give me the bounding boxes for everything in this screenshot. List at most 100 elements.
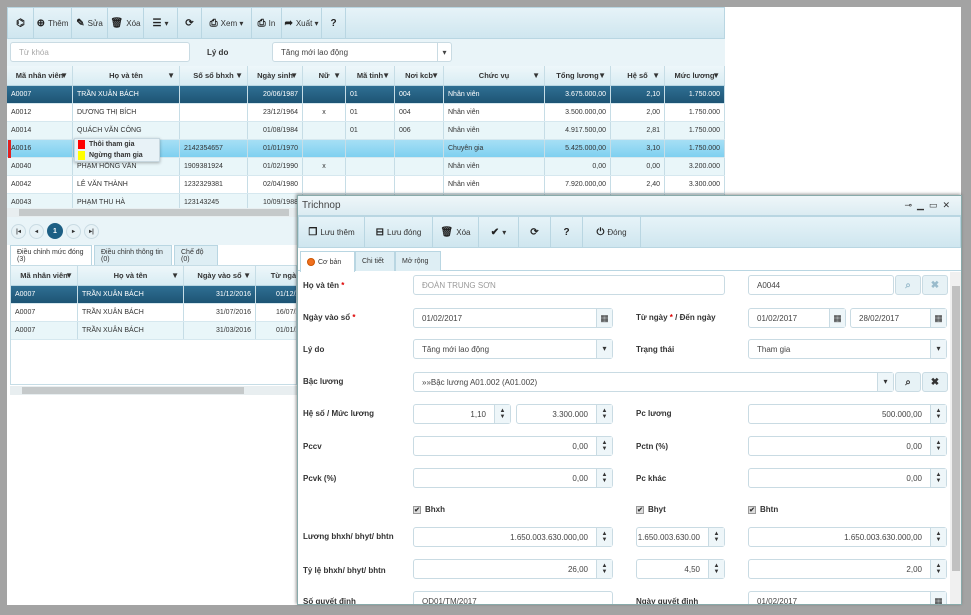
filter-icon[interactable]: ▼ xyxy=(167,71,175,80)
table-row[interactable]: A0007TRẦN XUÂN BÁCH31/12/201601/12/2016 xyxy=(11,286,296,304)
spinner-icon[interactable]: ▲ ▼ xyxy=(596,560,612,578)
xut-button[interactable]: ➦ Xuất ▾ xyxy=(282,8,322,38)
tab-sub-1[interactable]: Điều chỉnh thông tin (0) xyxy=(94,245,172,265)
tab-1[interactable]: Chi tiết xyxy=(355,251,395,271)
chevron-down-icon[interactable]: ▾ xyxy=(877,373,893,391)
table-row[interactable]: A0007TRẦN XUÂN BÁCH31/07/201616/07/2016 xyxy=(11,304,296,322)
bhtn-checkbox[interactable]: ✔ Bhtn xyxy=(748,505,778,514)
pc-luong-input[interactable]: 500.000,00 ▲ ▼ xyxy=(748,404,947,424)
calendar-icon[interactable]: ▦ xyxy=(596,309,612,327)
tyle-bhtn-input[interactable]: 2,00 ▲ ▼ xyxy=(748,559,947,579)
prev-page-button[interactable]: ◂ xyxy=(29,223,44,239)
luong-bhxh-input[interactable]: 1.650.003.630.000,00 ▲ ▼ xyxy=(413,527,613,547)
spinner-icon[interactable]: ▲ ▼ xyxy=(708,528,724,546)
first-page-button[interactable]: |◂ xyxy=(11,223,26,239)
reason-select[interactable]: Tăng mới lao động ▾ xyxy=(272,42,452,62)
bac-luong-select[interactable]: »»Bậc lương A01.002 (A01.002) ▾ xyxy=(413,372,894,392)
in-button[interactable]: ⎙ In xyxy=(252,8,282,38)
table-row[interactable]: A0007TRẦN XUÂN BÁCH31/03/201601/01/2016 xyxy=(11,322,296,340)
search-button[interactable]: ⌕ xyxy=(895,275,921,295)
luong-bhyt-input[interactable]: 1.650.003.630.00 ▲ ▼ xyxy=(636,527,725,547)
table-row[interactable]: A0012 DƯƠNG THỊ BÍCH 23/12/1964 x 01 004 Nhân … xyxy=(7,104,725,122)
column-header[interactable]: Nữ ▼ xyxy=(303,66,346,85)
spinner-icon[interactable]: ▲ ▼ xyxy=(930,437,946,455)
bhyt-checkbox[interactable]: ✔ Bhyt xyxy=(636,505,666,514)
luong-bhtn-input[interactable]: 1.650.003.630.000,00 ▲ ▼ xyxy=(748,527,947,547)
calendar-icon[interactable]: ▦ xyxy=(829,309,845,327)
copy-button[interactable]: ❐ Lưu thêm xyxy=(299,217,365,247)
help-button[interactable]: ? xyxy=(322,8,346,38)
column-header[interactable]: Ngày sinh ▼ xyxy=(248,66,303,85)
calendar-icon[interactable]: ▦ xyxy=(930,592,946,604)
spinner-icon[interactable]: ▲ ▼ xyxy=(494,405,510,423)
filter-icon[interactable]: ▼ xyxy=(712,71,720,80)
spinner-icon[interactable]: ▲ ▼ xyxy=(596,405,612,423)
binoculars-button[interactable]: ⌬ xyxy=(8,8,34,38)
tab-2[interactable]: Mở rộng xyxy=(395,251,441,271)
column-header[interactable]: Nơi kcb ▼ xyxy=(395,66,444,85)
chevron-down-icon[interactable]: ▾ xyxy=(596,340,612,358)
ngay-qd-input[interactable]: 01/02/2017 ▦ xyxy=(748,591,947,604)
tu-ngay-input[interactable]: 01/02/2017 ▦ xyxy=(748,308,846,328)
ho-ten-input[interactable]: ĐOÀN TRUNG SƠN xyxy=(413,275,725,295)
muc-luong-input[interactable]: 3.300.000 ▲ ▼ xyxy=(516,404,613,424)
xa-button[interactable]: 🗑 Xóa xyxy=(108,8,144,38)
filter-icon[interactable]: ▼ xyxy=(290,71,298,80)
column-header[interactable]: Số sổ bhxh ▼ xyxy=(180,66,248,85)
minimize-icon[interactable]: ▁ xyxy=(917,200,929,210)
clear-button[interactable]: ✖ xyxy=(922,372,948,392)
ngay-vao-so-input[interactable]: 01/02/2017 ▦ xyxy=(413,308,613,328)
filter-icon[interactable]: ▼ xyxy=(598,71,606,80)
thm-button[interactable]: ⊕ Thêm xyxy=(34,8,72,38)
maximize-icon[interactable]: ▭ xyxy=(929,200,943,210)
trang-thai-select[interactable]: Tham gia ▾ xyxy=(748,339,947,359)
pcvk-input[interactable]: 0,00 ▲ ▼ xyxy=(413,468,613,488)
spinner-icon[interactable]: ▲ ▼ xyxy=(930,528,946,546)
refresh-button[interactable]: ⟳ xyxy=(519,217,551,247)
tab-0[interactable]: Cơ bản xyxy=(300,251,355,272)
table-row[interactable]: A0042 LÊ VĂN THÀNH 1232329381 02/04/1980 Nhâ… xyxy=(7,176,725,194)
filter-icon[interactable]: ▼ xyxy=(652,71,660,80)
chevron-down-icon[interactable]: ▾ xyxy=(930,340,946,358)
filter-icon[interactable]: ▼ xyxy=(431,71,439,80)
column-header[interactable]: Hệ số ▼ xyxy=(611,66,665,85)
column-header[interactable]: Mức lương ▼ xyxy=(665,66,725,85)
last-page-button[interactable]: ▸| xyxy=(84,223,99,239)
tab-sub-2[interactable]: Chế độ (0) xyxy=(174,245,218,265)
clear-button[interactable]: ✖ xyxy=(922,275,948,295)
spinner-icon[interactable]: ▲ ▼ xyxy=(708,560,724,578)
close-icon[interactable]: ✕ xyxy=(942,200,955,210)
search-button[interactable]: ⌕ xyxy=(895,372,921,392)
column-header[interactable]: Mã nhân viên ▼ xyxy=(7,66,73,85)
sa-button[interactable]: ✎ Sửa xyxy=(72,8,108,38)
keyword-input[interactable]: Từ khóa xyxy=(10,42,190,62)
sub-horizontal-scrollbar[interactable] xyxy=(10,386,297,395)
ma-nv-input[interactable]: A0044 xyxy=(748,275,894,295)
current-page[interactable]: 1 xyxy=(47,223,63,239)
table-row[interactable]: A0007 TRẦN XUÂN BÁCH 20/06/1987 01 004 Nhân v… xyxy=(7,86,725,104)
spinner-icon[interactable]: ▲ ▼ xyxy=(930,560,946,578)
column-header[interactable]: Mã nhân viên ▼ xyxy=(11,266,78,285)
column-header[interactable]: Họ và tên ▼ xyxy=(78,266,184,285)
column-header[interactable]: Ngày vào sổ ▼ xyxy=(184,266,256,285)
check-circle-button[interactable]: ✔ ▾ xyxy=(479,217,519,247)
trash-button[interactable]: 🗑 Xóa xyxy=(433,217,479,247)
pin-icon[interactable]: ⊸ xyxy=(904,200,917,210)
pctn-input[interactable]: 0,00 ▲ ▼ xyxy=(748,436,947,456)
filter-icon[interactable]: ▼ xyxy=(243,271,251,280)
column-header[interactable]: Từ ngày xyxy=(256,266,296,285)
den-ngay-input[interactable]: 28/02/2017 ▦ xyxy=(850,308,947,328)
column-header[interactable]: Họ và tên ▼ xyxy=(73,66,180,85)
tab-sub-0[interactable]: Điều chỉnh mức đóng (3) xyxy=(10,245,92,266)
pc-khac-input[interactable]: 0,00 ▲ ▼ xyxy=(748,468,947,488)
ly-do-select[interactable]: Tăng mới lao động ▾ xyxy=(413,339,613,359)
filter-icon[interactable]: ▼ xyxy=(333,71,341,80)
filter-icon[interactable]: ▼ xyxy=(171,271,179,280)
drive-button[interactable]: ⊟ Lưu đóng xyxy=(365,217,433,247)
vertical-scrollbar[interactable] xyxy=(950,272,961,604)
filter-icon[interactable]: ▼ xyxy=(235,71,243,80)
spinner-icon[interactable]: ▲ ▼ xyxy=(930,469,946,487)
filter-icon[interactable]: ▼ xyxy=(532,71,540,80)
refresh-button[interactable]: ⟳ xyxy=(178,8,202,38)
he-so-input[interactable]: 1,10 ▲ ▼ xyxy=(413,404,511,424)
